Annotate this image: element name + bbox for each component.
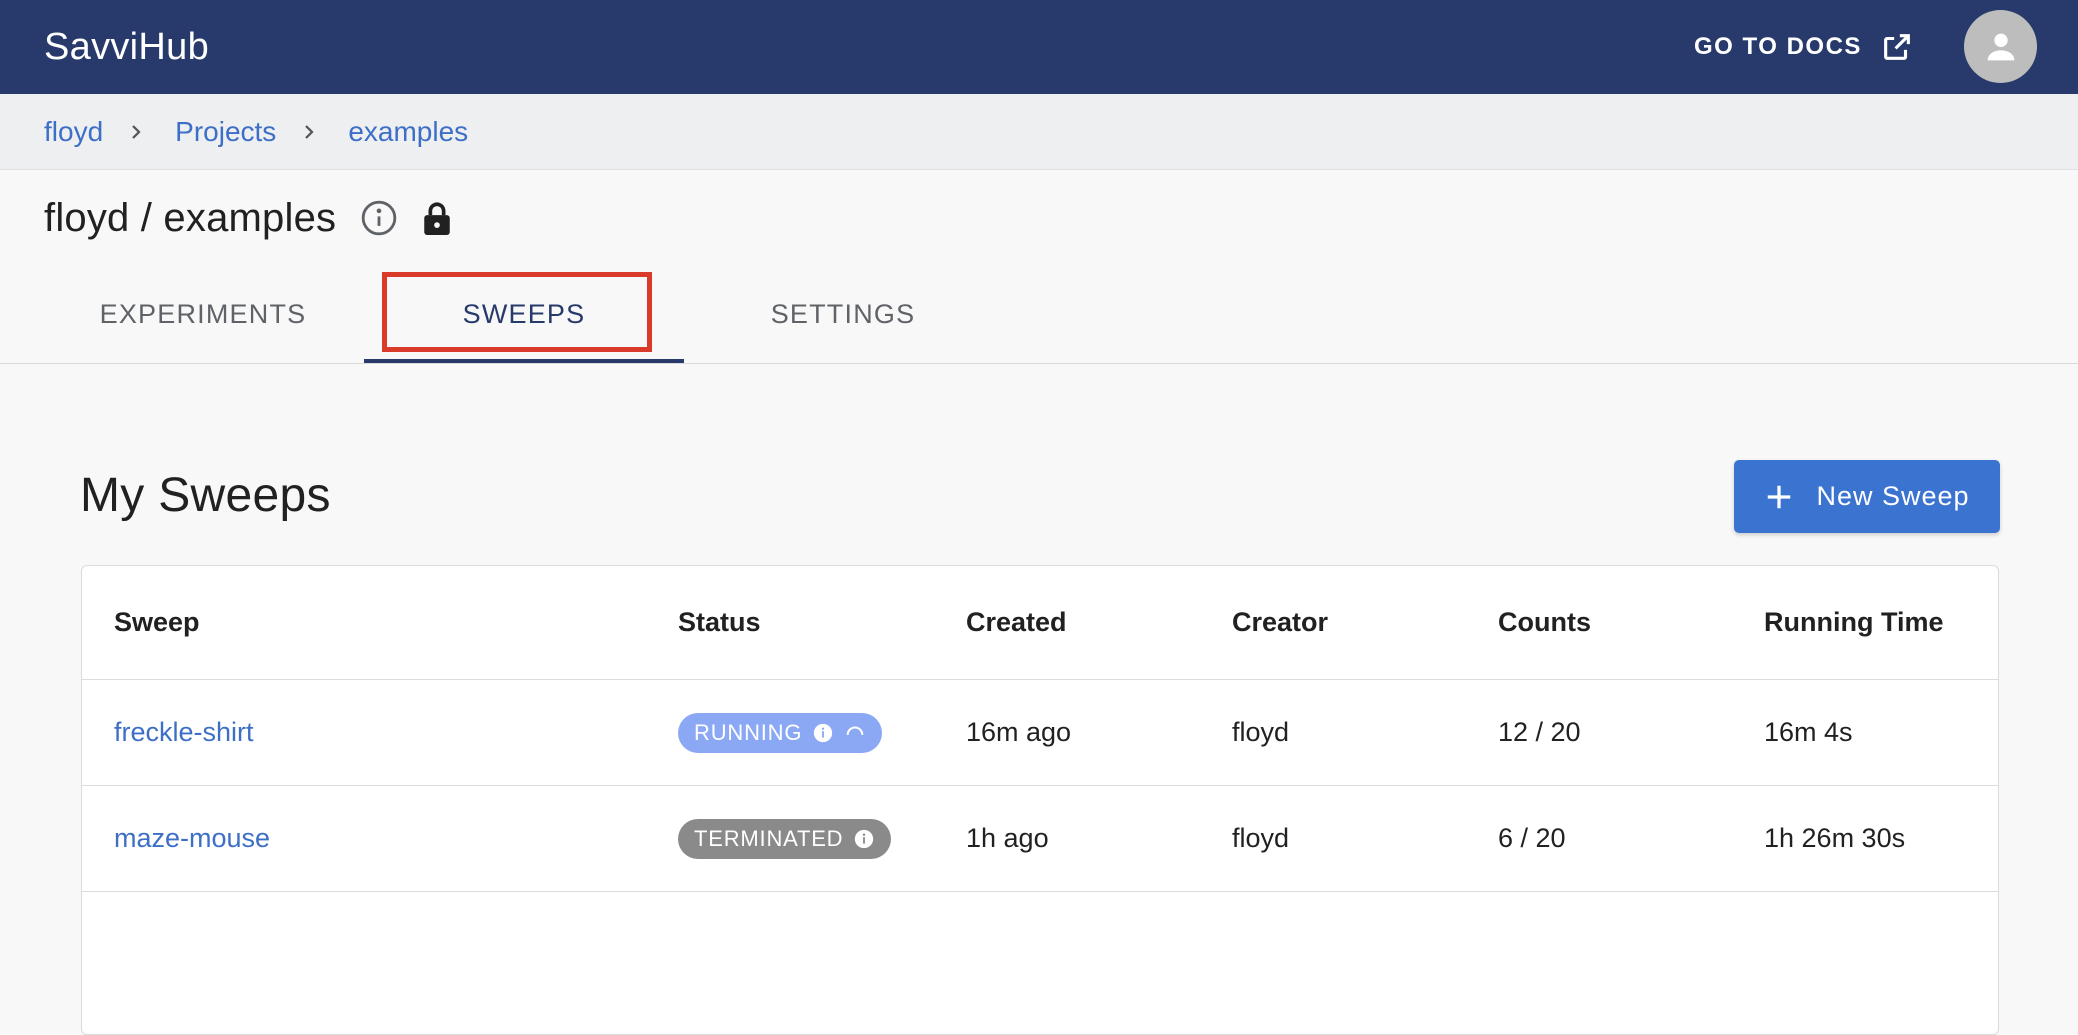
project-tabs: EXPERIMENTS SWEEPS SETTINGS bbox=[0, 264, 2078, 364]
status-label: TERMINATED bbox=[694, 825, 844, 851]
tab-experiments[interactable]: EXPERIMENTS bbox=[80, 264, 326, 364]
column-header-sweep: Sweep bbox=[114, 607, 200, 637]
brand-logo[interactable]: SavviHub bbox=[44, 0, 209, 94]
user-avatar[interactable] bbox=[1964, 10, 2037, 83]
chevron-right-icon bbox=[305, 124, 314, 139]
sweeps-table: Sweep Status Created Creator Counts Runn… bbox=[81, 565, 1999, 1035]
section-title: My Sweeps bbox=[80, 468, 331, 522]
column-header-created: Created bbox=[966, 607, 1067, 637]
lock-icon bbox=[424, 202, 450, 235]
column-header-status: Status bbox=[678, 607, 761, 637]
status-badge: TERMINATED bbox=[678, 818, 892, 859]
info-icon[interactable] bbox=[360, 199, 398, 237]
top-app-bar: SavviHub GO TO DOCS bbox=[0, 0, 2078, 94]
new-sweep-button[interactable]: New Sweep bbox=[1734, 460, 2000, 533]
created-cell: 16m ago bbox=[966, 717, 1072, 747]
created-cell: 1h ago bbox=[966, 823, 1049, 853]
creator-cell: floyd bbox=[1232, 823, 1290, 853]
running-time-cell: 16m 4s bbox=[1764, 717, 1853, 747]
column-header-creator: Creator bbox=[1232, 607, 1329, 637]
external-link-icon bbox=[1884, 34, 1910, 60]
active-tab-indicator bbox=[364, 359, 684, 363]
sweep-name-link[interactable]: freckle-shirt bbox=[114, 717, 254, 748]
new-sweep-label: New Sweep bbox=[1816, 481, 1970, 511]
chevron-right-icon bbox=[132, 124, 141, 139]
status-label: RUNNING bbox=[694, 719, 803, 745]
table-header-row: Sweep Status Created Creator Counts Runn… bbox=[82, 566, 1998, 680]
breadcrumb-item-floyd[interactable]: floyd bbox=[44, 116, 103, 148]
status-badge: RUNNING bbox=[678, 712, 883, 753]
go-to-docs-label: GO TO DOCS bbox=[1694, 33, 1862, 60]
breadcrumb: floyd Projects examples bbox=[0, 94, 2078, 170]
counts-cell: 6 / 20 bbox=[1498, 823, 1566, 853]
page-title: floyd / examples bbox=[44, 195, 337, 240]
column-header-counts: Counts bbox=[1498, 607, 1591, 637]
info-icon[interactable] bbox=[812, 722, 834, 744]
go-to-docs-link[interactable]: GO TO DOCS bbox=[1694, 0, 1914, 94]
info-icon[interactable] bbox=[853, 828, 875, 850]
plus-icon bbox=[1768, 485, 1791, 508]
table-row[interactable]: freckle-shirt RUNNING 16m ago floyd 12 /… bbox=[82, 680, 1998, 786]
page-header: floyd / examples bbox=[44, 190, 454, 246]
tab-settings[interactable]: SETTINGS bbox=[740, 264, 946, 364]
column-header-running-time: Running Time bbox=[1764, 607, 1944, 637]
breadcrumb-item-examples[interactable]: examples bbox=[348, 116, 468, 148]
running-time-cell: 1h 26m 30s bbox=[1764, 823, 1906, 853]
loading-spinner-icon bbox=[846, 726, 864, 735]
highlight-annotation bbox=[382, 272, 652, 352]
table-row[interactable]: maze-mouse TERMINATED 1h ago floyd 6 / 2… bbox=[82, 786, 1998, 892]
creator-cell: floyd bbox=[1232, 717, 1290, 747]
person-icon bbox=[1987, 33, 2014, 60]
sweep-name-link[interactable]: maze-mouse bbox=[114, 823, 270, 854]
counts-cell: 12 / 20 bbox=[1498, 717, 1581, 747]
breadcrumb-item-projects[interactable]: Projects bbox=[175, 116, 276, 148]
